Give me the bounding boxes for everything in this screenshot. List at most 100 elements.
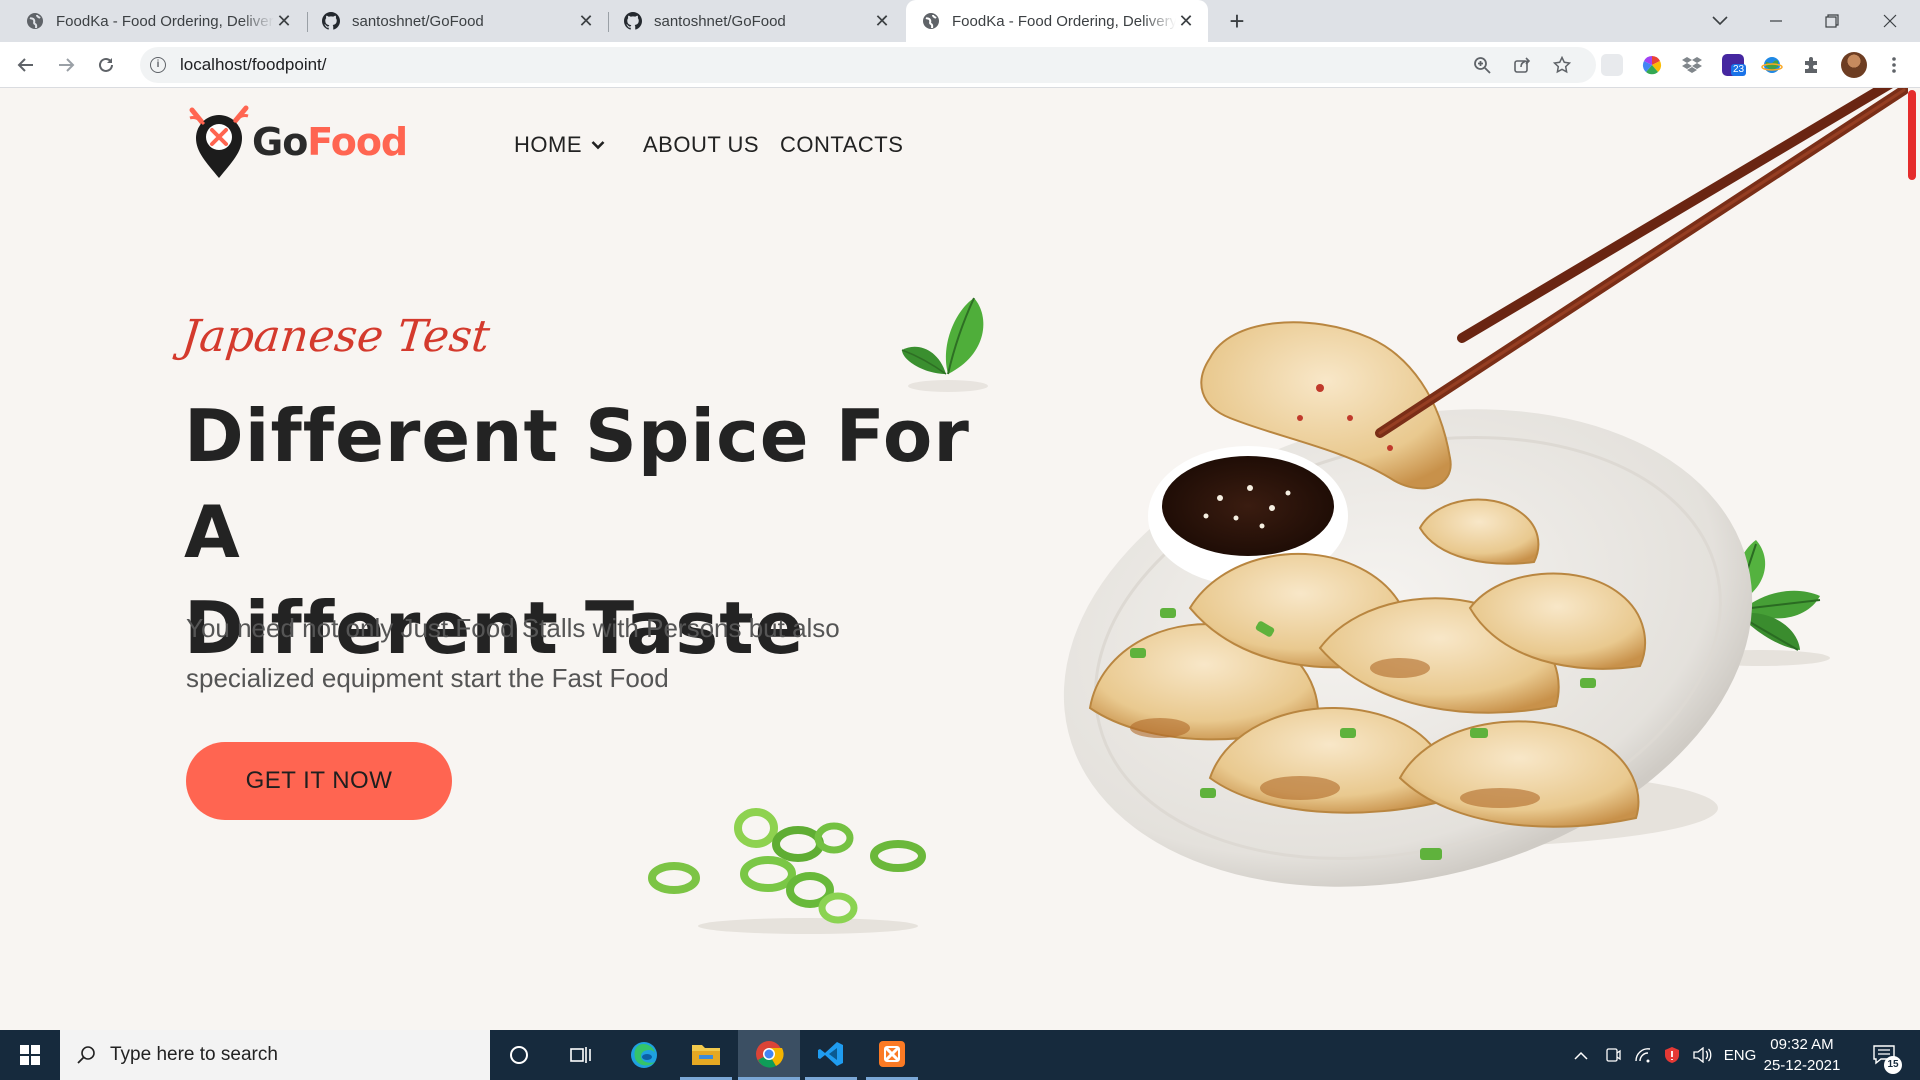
menu-button[interactable] [1880,51,1908,79]
chevron-down-icon [1712,16,1728,26]
close-icon[interactable]: ✕ [872,11,892,32]
browser-tab[interactable]: santoshnet/GoFood ✕ [608,0,904,42]
task-view-button[interactable] [556,1030,606,1080]
logo-text: GoFood [252,120,408,164]
chevron-down-icon [591,141,605,150]
tray-overflow-button[interactable] [1570,1030,1592,1080]
xampp-taskbar-app[interactable] [866,1030,918,1080]
logo-text-go: Go [252,120,308,164]
logo-text-food: Food [307,120,408,164]
start-button[interactable] [0,1030,60,1080]
action-center-button[interactable]: 15 [1864,1030,1904,1080]
edge-icon [631,1042,657,1068]
volume-tray[interactable] [1690,1030,1714,1080]
search-icon [77,1046,95,1064]
nav-contacts-label: CONTACTS [780,132,904,157]
info-icon[interactable]: i [150,57,166,73]
hero-subtitle: Japanese Test [179,311,493,362]
nav-contacts[interactable]: CONTACTS [780,132,903,158]
clock-date: 25-12-2021 [1763,1057,1841,1074]
new-tab-button[interactable]: + [1222,6,1252,37]
nav-about-label: ABOUT US [643,132,760,157]
avatar[interactable] [1841,52,1867,78]
url-text[interactable]: localhost/foodpoint/ [180,55,327,75]
globe-icon [923,13,939,29]
globe-extension-icon[interactable] [1761,54,1783,76]
tab-title: santoshnet/GoFood [654,12,786,30]
zoom-button[interactable] [1468,51,1496,79]
get-it-now-button[interactable]: GET IT NOW [186,742,452,820]
close-icon [1883,14,1897,28]
extension-badge: 23 [1731,64,1747,76]
page-scrollbar[interactable] [1908,90,1916,180]
forward-button[interactable] [52,51,80,79]
graduation-cap-extension-icon[interactable]: 23 [1722,54,1747,76]
description-line: specialized equipment start the Fast Foo… [186,663,669,693]
browser-tab[interactable]: FoodKa - Food Ordering, Delivery ✕ [0,0,306,42]
dropbox-extension-icon[interactable] [1681,54,1703,76]
tab-title: FoodKa - Food Ordering, Delivery [952,12,1176,30]
antivirus-tray[interactable] [1660,1030,1684,1080]
taskbar-search[interactable]: Type here to search [60,1030,490,1080]
dumplings-plate-image [1063,88,1908,887]
headline-line: Different Spice For A [184,394,970,574]
xampp-icon [879,1040,905,1067]
restore-button[interactable] [1804,0,1860,42]
minimize-icon [1770,20,1782,22]
speaker-icon [1693,1047,1712,1063]
extension-icon[interactable] [1601,54,1623,76]
back-button[interactable] [12,51,40,79]
puzzle-icon[interactable] [1801,54,1823,76]
logo[interactable]: GoFood [188,104,408,180]
clock[interactable]: 09:32 AM 25-12-2021 [1760,1034,1844,1076]
globe-icon [27,13,43,29]
browser-tab-active[interactable]: FoodKa - Food Ordering, Delivery ✕ [906,0,1208,42]
github-icon [624,12,642,30]
tab-search-button[interactable] [1692,0,1748,42]
logo-pin-icon [189,105,249,178]
web-page: GoFood HOME ABOUT US CONTACTS Japanese T… [0,88,1920,1030]
chrome-taskbar-app[interactable] [738,1030,800,1080]
nav-home[interactable]: HOME [514,132,605,158]
share-icon [1514,57,1531,73]
close-icon[interactable]: ✕ [576,11,596,32]
restore-icon [1825,14,1839,28]
task-view-icon [570,1047,591,1063]
mint-leaf-image [901,297,988,392]
minimize-button[interactable] [1748,0,1804,42]
chrome-icon [756,1040,784,1068]
arrow-left-icon [17,58,33,72]
close-icon[interactable]: ✕ [274,11,294,32]
hero-description: You need not only Just Food Stalls with … [186,603,886,703]
browser-toolbar: i localhost/foodpoint/ 23 [0,42,1920,88]
wifi-icon [1635,1048,1651,1063]
close-window-button[interactable] [1862,0,1918,42]
notification-count: 15 [1884,1056,1902,1074]
description-line: You need not only Just Food Stalls with … [186,613,840,643]
color-wheel-extension-icon[interactable] [1641,54,1663,76]
file-explorer-taskbar-app[interactable] [680,1030,732,1080]
search-placeholder: Type here to search [110,1044,278,1065]
address-bar[interactable]: i localhost/foodpoint/ [140,47,1596,83]
cortana-button[interactable] [494,1030,544,1080]
chevron-up-icon [1574,1051,1588,1060]
reload-icon [99,57,113,72]
reload-button[interactable] [92,51,120,79]
language-indicator[interactable]: ENG [1722,1030,1758,1080]
cortana-icon [510,1046,528,1064]
arrow-right-icon [59,58,75,72]
vscode-taskbar-app[interactable] [805,1030,857,1080]
share-button[interactable] [1508,51,1536,79]
clock-time: 09:32 AM [1770,1036,1834,1053]
close-icon[interactable]: ✕ [1176,11,1196,32]
windows-logo-icon [20,1045,40,1065]
bookmark-button[interactable] [1548,51,1576,79]
meet-now-tray[interactable] [1602,1030,1624,1080]
edge-taskbar-app[interactable] [619,1030,669,1080]
network-tray[interactable] [1632,1030,1654,1080]
nav-home-label: HOME [514,132,582,157]
tab-title: FoodKa - Food Ordering, Delivery [56,12,274,30]
shield-alert-icon [1665,1047,1679,1063]
browser-tab[interactable]: santoshnet/GoFood ✕ [306,0,608,42]
nav-about[interactable]: ABOUT US [643,132,759,158]
